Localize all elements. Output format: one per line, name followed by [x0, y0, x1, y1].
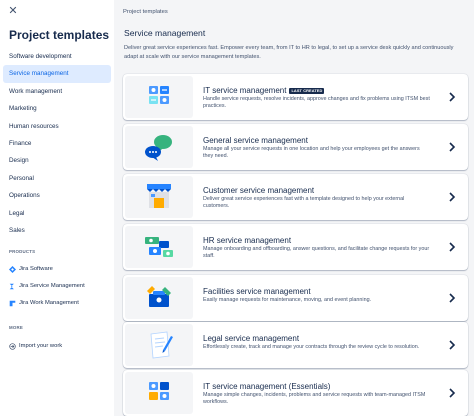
chevron-right-icon: [448, 241, 456, 253]
general-service-illustration: [125, 126, 193, 168]
sidebar-item-legal[interactable]: Legal: [3, 205, 111, 222]
last-created-badge: LAST CREATED: [289, 87, 325, 94]
chevron-right-icon: [448, 339, 456, 351]
sidebar-item-operations[interactable]: Operations: [3, 187, 111, 204]
sidebar-item-sales[interactable]: Sales: [3, 222, 111, 239]
template-card-hr-service-management[interactable]: HR service management Manage onboarding …: [123, 224, 468, 270]
sidebar-item-finance[interactable]: Finance: [3, 135, 111, 152]
legal-service-illustration: [125, 324, 193, 366]
chevron-right-icon: [448, 292, 456, 304]
product-jira-service-management[interactable]: Jira Service Management: [9, 280, 85, 292]
card-title-text: General service management: [203, 136, 308, 145]
card-description: Manage simple changes, incidents, proble…: [203, 392, 426, 405]
breadcrumb[interactable]: Project templates: [123, 9, 168, 15]
more-heading: MORE: [9, 325, 23, 330]
close-icon[interactable]: ✕: [7, 5, 19, 17]
card-description: Handle service requests, resolve inciden…: [203, 96, 430, 109]
card-title: General service management: [203, 136, 308, 145]
sidebar-title: Project templates: [9, 28, 110, 42]
it-service-illustration: [125, 76, 193, 118]
import-your-work-button[interactable]: Import your work: [9, 340, 62, 352]
jira-work-management-icon: [9, 300, 16, 307]
template-card-facilities-service-management[interactable]: Facilities service management Easily man…: [123, 275, 468, 321]
facilities-service-illustration: [125, 277, 193, 319]
product-label: Jira Service Management: [19, 283, 85, 289]
card-description: Manage onboarding and offboarding, answe…: [203, 246, 430, 259]
product-jira-work-management[interactable]: Jira Work Management: [9, 297, 79, 309]
template-card-general-service-management[interactable]: General service management Manage all yo…: [123, 124, 468, 170]
sidebar-item-design[interactable]: Design: [3, 152, 111, 169]
sidebar-item-service-management[interactable]: Service management: [3, 65, 111, 83]
card-description: Easily manage requests for maintenance, …: [203, 297, 372, 303]
card-title: Legal service management: [203, 334, 299, 343]
sidebar-item-human-resources[interactable]: Human resources: [3, 118, 111, 135]
product-label: Jira Work Management: [19, 300, 79, 306]
card-description: Effortlessly create, track and manage yo…: [203, 344, 420, 350]
hr-service-illustration: [125, 226, 193, 268]
sidebar-item-work-management[interactable]: Work management: [3, 83, 111, 100]
card-title-text: IT service management (Essentials): [203, 382, 331, 391]
card-description: Deliver great service experiences fast w…: [203, 196, 405, 209]
template-card-customer-service-management[interactable]: Customer service management Deliver grea…: [123, 174, 468, 220]
card-title: Facilities service management: [203, 287, 311, 296]
product-jira-software[interactable]: Jira Software: [9, 263, 53, 275]
it-essentials-illustration: [125, 372, 193, 414]
card-description: Manage all your service requests in one …: [203, 146, 420, 159]
chevron-right-icon: [448, 387, 456, 399]
jira-software-icon: [9, 265, 16, 273]
card-title-text: IT service management: [203, 86, 287, 95]
chevron-right-icon: [448, 191, 456, 203]
import-icon: [9, 342, 16, 350]
template-card-it-service-management-essentials[interactable]: IT service management (Essentials) Manag…: [123, 370, 468, 416]
sidebar: ✕ Project templates Software development…: [0, 0, 114, 416]
customer-service-illustration: [125, 176, 193, 218]
card-title: Customer service management: [203, 186, 314, 195]
card-title-text: Facilities service management: [203, 287, 311, 296]
import-label: Import your work: [19, 343, 63, 349]
chevron-right-icon: [448, 91, 456, 103]
chevron-right-icon: [448, 141, 456, 153]
category-list: Software development Service management …: [3, 48, 111, 239]
template-card-it-service-management[interactable]: IT service management LAST CREATED Handl…: [123, 74, 468, 120]
sidebar-item-personal[interactable]: Personal: [3, 170, 111, 187]
template-card-legal-service-management[interactable]: Legal service management Effortlessly cr…: [123, 322, 468, 368]
products-heading: PRODUCTS: [9, 249, 36, 254]
jira-service-management-icon: [9, 283, 16, 290]
card-title-text: HR service management: [203, 236, 292, 245]
product-label: Jira Software: [19, 266, 53, 272]
sidebar-item-marketing[interactable]: Marketing: [3, 100, 111, 117]
card-title-text: Legal service management: [203, 334, 300, 343]
card-title: HR service management: [203, 236, 291, 245]
card-title-text: Customer service management: [203, 186, 315, 195]
page-title: Service management: [124, 28, 206, 38]
card-title: IT service management LAST CREATED: [203, 86, 325, 95]
page-description: Deliver great service experiences fast. …: [124, 45, 454, 60]
main-panel: Project templates Service management Del…: [114, 0, 474, 416]
card-title: IT service management (Essentials): [203, 382, 330, 391]
sidebar-item-software-development[interactable]: Software development: [3, 48, 111, 65]
